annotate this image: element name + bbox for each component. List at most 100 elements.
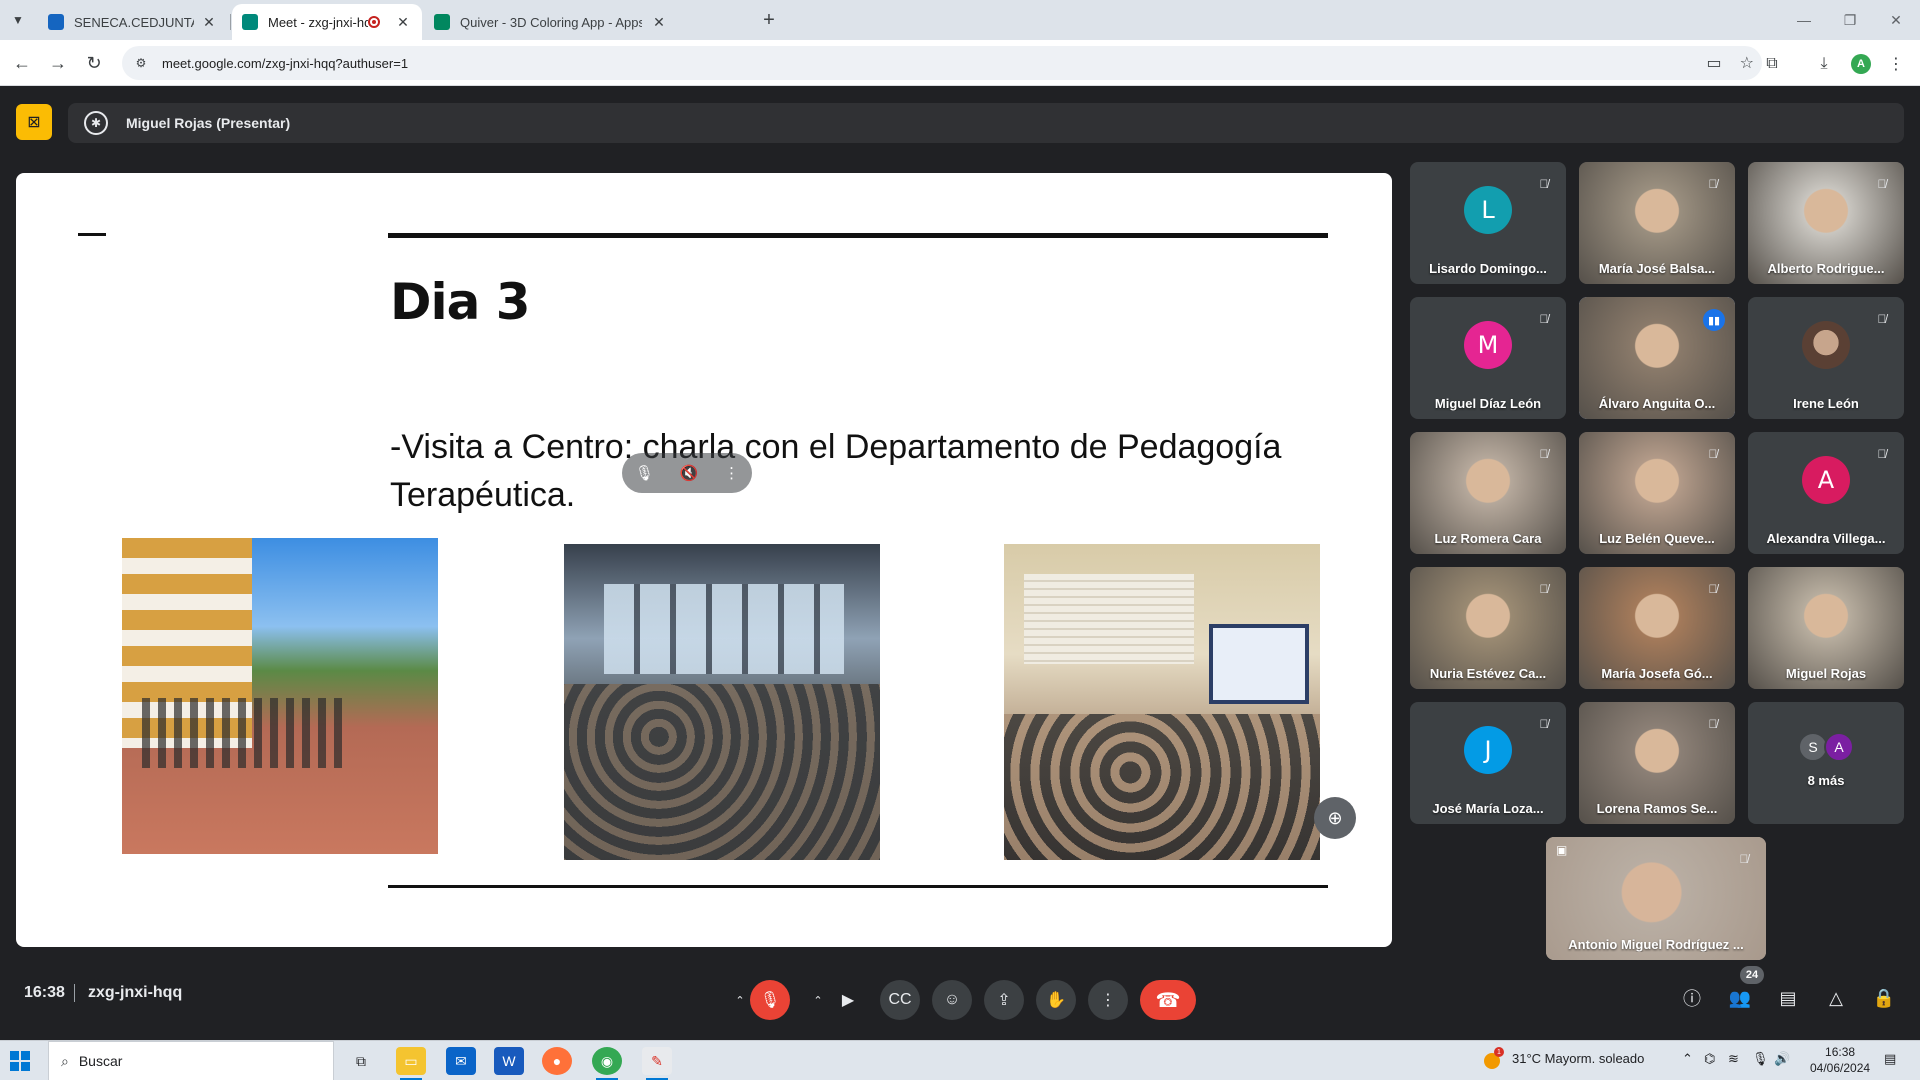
url-text: meet.google.com/zxg-jnxi-hqq?authuser=1 bbox=[162, 55, 409, 71]
google-play-favicon-icon bbox=[434, 14, 450, 30]
muted-mic-icon: 🎙̸ bbox=[1708, 447, 1718, 461]
mute-mic-icon[interactable]: 🎙 bbox=[635, 464, 654, 482]
captions-icon[interactable]: CC bbox=[880, 980, 920, 1020]
close-tab-icon[interactable]: ✕ bbox=[200, 14, 218, 31]
video-settings-chevron-icon[interactable]: ⌃ bbox=[806, 980, 830, 1020]
slide-photo-school-exterior bbox=[122, 538, 438, 854]
participant-tile[interactable]: 🎙̸ Lorena Ramos Se... bbox=[1579, 702, 1735, 824]
bookmark-star-icon[interactable]: ☆ bbox=[1740, 53, 1754, 73]
new-tab-plus-icon[interactable]: + bbox=[757, 8, 781, 32]
participant-name: Miguel Rojas bbox=[1785, 666, 1867, 681]
show-hidden-icons-chevron-icon[interactable]: ⌃ bbox=[1682, 1051, 1693, 1067]
participant-tile[interactable]: L 🎙̸ Lisardo Domingo... bbox=[1410, 162, 1566, 284]
camera-in-use-icon[interactable]: ▭ bbox=[1707, 53, 1722, 73]
forward-arrow-icon[interactable]: → bbox=[44, 49, 72, 77]
leave-call-icon[interactable]: ☎ bbox=[1140, 980, 1196, 1020]
task-view-icon[interactable]: ⧉ bbox=[346, 1047, 376, 1075]
browser-menu-icon[interactable]: ⋮ bbox=[1884, 52, 1908, 76]
mute-audio-icon[interactable]: 🔇 bbox=[680, 464, 699, 482]
activities-icon[interactable]: △ bbox=[1822, 984, 1850, 1012]
clock-divider bbox=[74, 984, 75, 1002]
minimize-window-icon[interactable]: — bbox=[1784, 6, 1824, 34]
participant-tile[interactable]: Miguel Rojas bbox=[1748, 567, 1904, 689]
wifi-icon[interactable]: ≋ bbox=[1728, 1051, 1739, 1067]
more-options-icon[interactable]: ⋮ bbox=[1088, 980, 1128, 1020]
participant-tile[interactable]: ▮▮ Álvaro Anguita O... bbox=[1579, 297, 1735, 419]
audio-settings-chevron-icon[interactable]: ⌃ bbox=[728, 980, 752, 1020]
extensions-puzzle-icon[interactable]: ⧉ bbox=[1760, 52, 1784, 76]
taskbar-time: 16:38 bbox=[1825, 1045, 1856, 1059]
participant-tile[interactable]: 🎙̸ Irene León bbox=[1748, 297, 1904, 419]
more-participants-label: 8 más bbox=[1807, 773, 1845, 788]
microphone-off-icon[interactable]: 🎙 bbox=[750, 980, 790, 1020]
muted-mic-icon: 🎙̸ bbox=[1539, 717, 1549, 731]
meeting-details-info-icon[interactable]: ⓘ bbox=[1678, 984, 1706, 1012]
tab-meet[interactable]: Meet - zxg-jnxi-hqq ✕ bbox=[232, 4, 422, 40]
picture-in-picture-icon[interactable]: ▣ bbox=[1556, 843, 1567, 857]
notifications-icon[interactable]: ▤ bbox=[1884, 1051, 1896, 1067]
participant-tile[interactable]: M 🎙̸ Miguel Díaz León bbox=[1410, 297, 1566, 419]
taskbar-date: 04/06/2024 bbox=[1810, 1061, 1871, 1075]
speaking-indicator-icon: ▮▮ bbox=[1703, 309, 1725, 331]
muted-mic-icon: 🎙̸ bbox=[1539, 177, 1549, 191]
windows-taskbar: ⌕ Buscar ⧉ ▭ ✉ W ● ◉ ✎ 1 31°C Mayorm. so… bbox=[0, 1040, 1920, 1080]
profile-avatar[interactable]: A bbox=[1851, 54, 1871, 74]
taskbar-search-input[interactable]: ⌕ Buscar bbox=[48, 1041, 334, 1080]
file-explorer-icon[interactable]: ▭ bbox=[396, 1047, 426, 1080]
chat-icon[interactable]: ▤ bbox=[1774, 984, 1802, 1012]
downloads-icon[interactable]: ⤓ bbox=[1812, 52, 1836, 76]
chrome-icon[interactable]: ◉ bbox=[592, 1047, 622, 1080]
self-view-tile[interactable]: ▣ 🎙̸ Antonio Miguel Rodríguez ... bbox=[1546, 837, 1766, 960]
network-icon[interactable]: ⌬ bbox=[1704, 1051, 1715, 1067]
tab-seneca[interactable]: SENECA.CEDJUNTA DE ANDALUCÍA ✕ bbox=[38, 4, 228, 40]
back-arrow-icon[interactable]: ← bbox=[8, 49, 36, 77]
volume-icon[interactable]: 🔊 bbox=[1774, 1051, 1790, 1067]
participant-tile[interactable]: 🎙̸ Luz Belén Queve... bbox=[1579, 432, 1735, 554]
reactions-emoji-icon[interactable]: ☺ bbox=[932, 980, 972, 1020]
mail-icon[interactable]: ✉ bbox=[446, 1047, 476, 1075]
meet-favicon-icon bbox=[242, 14, 258, 30]
host-controls-lock-icon[interactable]: 🔒 bbox=[1870, 984, 1898, 1012]
browser-toolbar: ← → ↻ ⚙ meet.google.com/zxg-jnxi-hqq?aut… bbox=[0, 40, 1920, 86]
microphone-tray-icon[interactable]: 🎙 bbox=[1752, 1051, 1769, 1067]
participant-tile[interactable]: 🎙̸ Nuria Estévez Ca... bbox=[1410, 567, 1566, 689]
participant-tile[interactable]: 🎙̸ Luz Romera Cara bbox=[1410, 432, 1566, 554]
address-bar[interactable]: ⚙ meet.google.com/zxg-jnxi-hqq?authuser=… bbox=[122, 46, 1762, 80]
participant-tile[interactable]: 🎙̸ Alberto Rodrigue... bbox=[1748, 162, 1904, 284]
more-options-icon[interactable]: ⋮ bbox=[724, 464, 739, 482]
firefox-icon[interactable]: ● bbox=[542, 1047, 572, 1075]
restore-window-icon[interactable]: ❐ bbox=[1830, 6, 1870, 34]
participant-tile[interactable]: A 🎙̸ Alexandra Villega... bbox=[1748, 432, 1904, 554]
taskbar-clock[interactable]: 16:38 04/06/2024 bbox=[1810, 1044, 1870, 1076]
participant-name: Antonio Miguel Rodríguez ... bbox=[1568, 937, 1744, 952]
windows-start-icon[interactable] bbox=[10, 1051, 30, 1071]
participant-tile[interactable]: 🎙̸ María Josefa Gó... bbox=[1579, 567, 1735, 689]
participant-tile[interactable]: J 🎙̸ José María Loza... bbox=[1410, 702, 1566, 824]
tab-divider bbox=[230, 14, 231, 30]
more-participants-tile[interactable]: SA 8 más bbox=[1748, 702, 1904, 824]
close-tab-icon[interactable]: ✕ bbox=[394, 14, 412, 31]
present-screen-icon[interactable]: ⇪ bbox=[984, 980, 1024, 1020]
zoom-in-icon[interactable]: ⊕ bbox=[1314, 797, 1356, 839]
people-icon[interactable]: 👥 bbox=[1726, 984, 1754, 1012]
participant-avatar: J bbox=[1464, 726, 1512, 774]
photo-attendees bbox=[1004, 714, 1320, 860]
close-window-icon[interactable]: ✕ bbox=[1876, 6, 1916, 34]
word-icon[interactable]: W bbox=[494, 1047, 524, 1075]
meet-app: ⊠ ✱ Miguel Rojas (Presentar) Dia 3 -Visi… bbox=[0, 86, 1920, 1040]
reload-icon[interactable]: ↻ bbox=[80, 49, 108, 77]
participant-tile[interactable]: 🎙̸ María José Balsa... bbox=[1579, 162, 1735, 284]
camera-icon[interactable]: ▶ bbox=[828, 980, 868, 1020]
paint-app-icon[interactable]: ✎ bbox=[642, 1047, 672, 1080]
presenter-bar: ✱ Miguel Rojas (Presentar) bbox=[68, 103, 1904, 143]
tab-quiver[interactable]: Quiver - 3D Coloring App - Apps ✕ bbox=[424, 4, 744, 40]
tab-search-chevron-icon[interactable]: ▼ bbox=[6, 8, 30, 32]
weather-text[interactable]: 31°C Mayorm. soleado bbox=[1512, 1051, 1644, 1066]
raise-hand-icon[interactable]: ✋ bbox=[1036, 980, 1076, 1020]
close-tab-icon[interactable]: ✕ bbox=[650, 14, 668, 31]
search-icon: ⌕ bbox=[61, 1052, 69, 1069]
muted-mic-icon: 🎙̸ bbox=[1539, 582, 1549, 596]
site-info-icon[interactable]: ⚙ bbox=[132, 54, 150, 72]
muted-mic-icon: 🎙̸ bbox=[1539, 447, 1549, 461]
stop-presenting-icon[interactable]: ⊠ bbox=[16, 104, 52, 140]
